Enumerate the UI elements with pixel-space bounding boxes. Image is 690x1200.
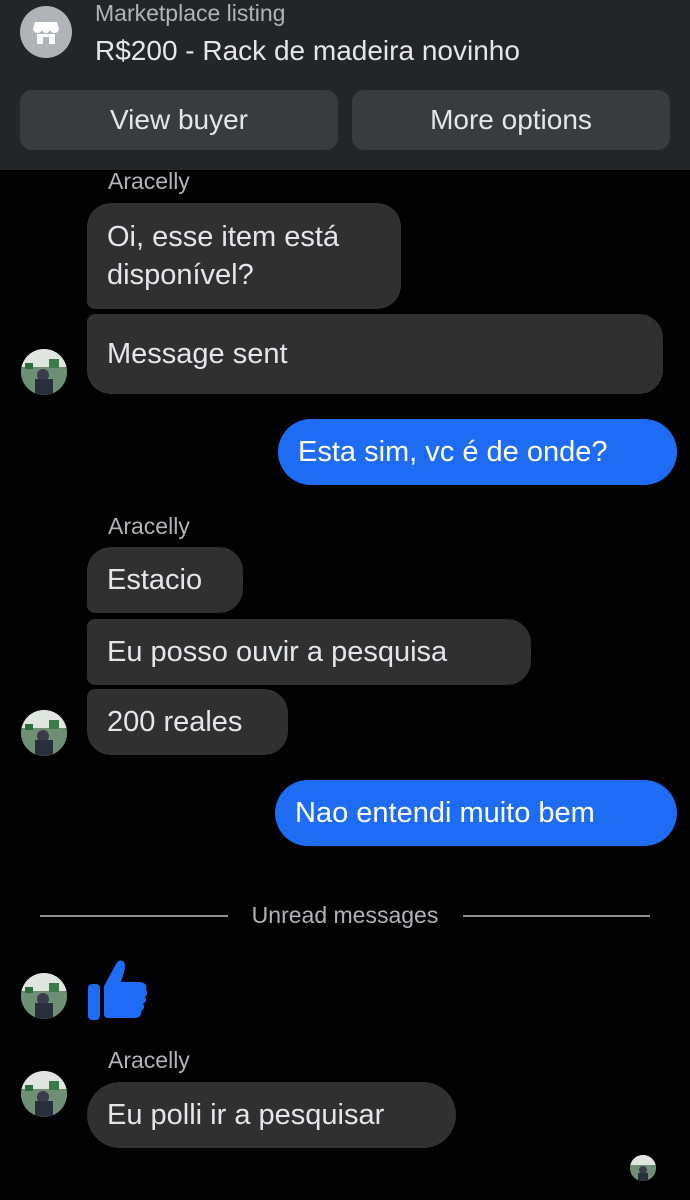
avatar[interactable] [21,710,67,756]
sender-name: Aracelly [108,513,190,539]
avatar[interactable] [21,973,67,1019]
message-bubble-outgoing[interactable]: Nao entendi muito bem [275,780,677,846]
message-bubble-outgoing[interactable]: Esta sim, vc é de onde? [278,419,677,485]
message-bubble-incoming[interactable]: 200 reales [87,689,288,755]
message-bubble-incoming[interactable]: Eu polli ir a pesquisar [87,1082,456,1148]
message-bubble-incoming[interactable]: Eu posso ouvir a pesquisa [87,619,531,685]
divider-line-left [40,915,228,917]
message-bubble-incoming[interactable]: Oi, esse item está disponível? [87,203,401,309]
message-text: disponível? [107,259,254,291]
message-bubble-incoming[interactable]: Message sent [87,314,663,394]
message-text: Eu polli ir a pesquisar [107,1099,385,1131]
avatar[interactable] [21,1071,67,1117]
message-text: Message sent [107,338,288,370]
message-text: Eu posso ouvir a pesquisa [107,636,448,668]
more-options-button[interactable]: More options [352,90,670,150]
sender-name: Aracelly [108,168,190,194]
message-text: 200 reales [107,706,243,738]
message-bubble-incoming[interactable]: Estacio [87,547,243,613]
avatar[interactable] [21,349,67,395]
read-receipt-avatar [630,1155,656,1181]
divider-line-right [463,915,650,917]
unread-divider-label: Unread messages [251,902,439,928]
view-buyer-button[interactable]: View buyer [20,90,338,150]
sender-name: Aracelly [108,1047,190,1073]
marketplace-store-icon[interactable] [20,6,72,58]
message-text: Oi, esse item está [107,221,340,253]
listing-kicker: Marketplace listing [95,0,286,26]
thumbs-up-icon[interactable] [86,958,150,1027]
message-text: Estacio [107,564,203,596]
listing-title[interactable]: R$200 - Rack de madeira novinho [95,35,520,67]
message-text: Esta sim, vc é de onde? [298,436,608,468]
message-text: Nao entendi muito bem [295,797,595,829]
listing-header: Marketplace listing R$200 - Rack de made… [0,0,690,170]
